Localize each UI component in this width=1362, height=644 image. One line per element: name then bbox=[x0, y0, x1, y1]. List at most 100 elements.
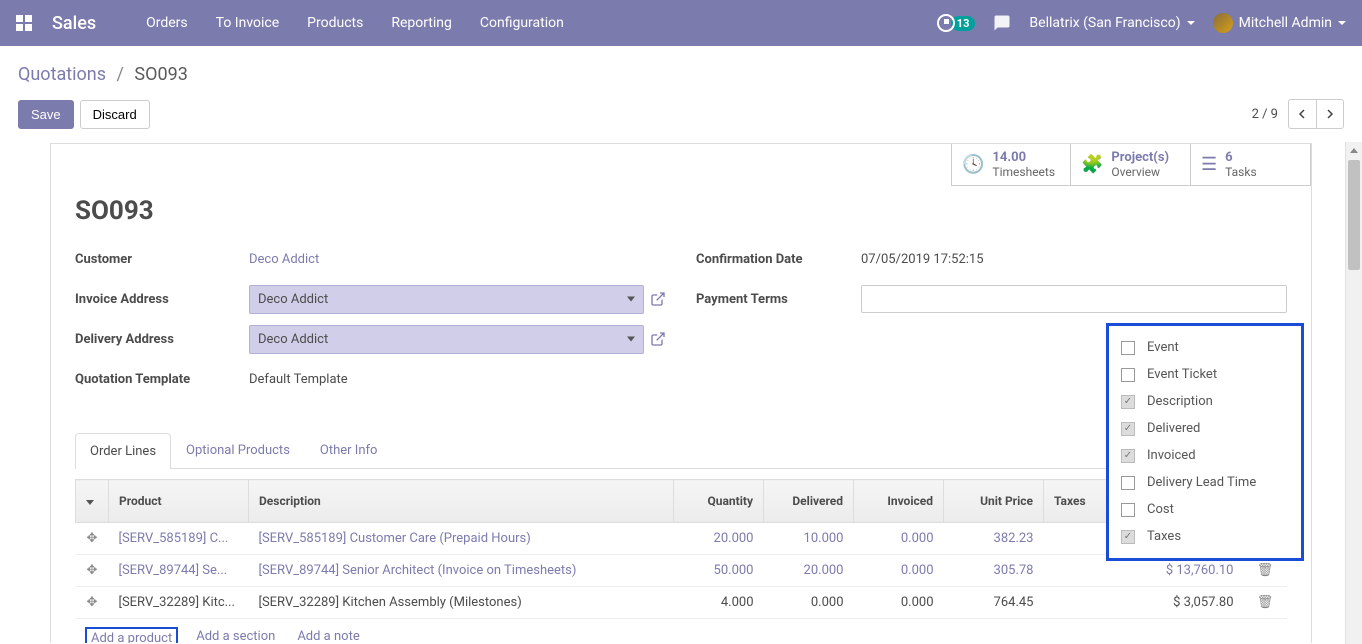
checkbox-checked-icon[interactable] bbox=[1121, 422, 1135, 436]
add-links: Add a product Add a section Add a note bbox=[75, 619, 1287, 644]
cell-unit-price[interactable]: 382.23 bbox=[944, 522, 1044, 554]
tab-other-info[interactable]: Other Info bbox=[305, 432, 393, 468]
th-description[interactable]: Description bbox=[249, 480, 674, 523]
checkbox-checked-icon[interactable] bbox=[1121, 449, 1135, 463]
external-link-icon[interactable] bbox=[650, 331, 666, 347]
discard-button[interactable]: Discard bbox=[80, 100, 150, 129]
dropdown-item[interactable]: Invoiced bbox=[1121, 442, 1289, 469]
checkbox-icon[interactable] bbox=[1121, 503, 1135, 517]
table-row[interactable]: ✥ [SERV_32289] Kitc...[SERV_32289] Kitche… bbox=[76, 586, 1287, 618]
dropdown-item[interactable]: Delivery Lead Time bbox=[1121, 469, 1289, 496]
chevron-left-icon bbox=[1298, 109, 1308, 119]
cell-invoiced[interactable]: 0.000 bbox=[854, 586, 944, 618]
cell-delivered[interactable]: 0.000 bbox=[764, 586, 854, 618]
dropdown-item[interactable]: Event bbox=[1121, 334, 1289, 361]
nav-configuration[interactable]: Configuration bbox=[480, 15, 564, 31]
cell-invoiced[interactable]: 0.000 bbox=[854, 554, 944, 586]
tab-order-lines[interactable]: Order Lines bbox=[75, 433, 171, 469]
brand-title[interactable]: Sales bbox=[52, 13, 96, 34]
chevron-down-icon[interactable] bbox=[86, 500, 94, 505]
label-customer: Customer bbox=[75, 252, 249, 267]
add-product-link[interactable]: Add a product bbox=[85, 627, 178, 644]
cell-description[interactable]: [SERV_585189] Customer Care (Prepaid Hou… bbox=[249, 522, 674, 554]
drag-handle-icon[interactable]: ✥ bbox=[87, 531, 98, 546]
cell-description[interactable]: [SERV_89744] Senior Architect (Invoice o… bbox=[249, 554, 674, 586]
cell-quantity[interactable]: 4.000 bbox=[674, 586, 764, 618]
nav-to-invoice[interactable]: To Invoice bbox=[216, 15, 280, 31]
drag-handle-icon[interactable]: ✥ bbox=[87, 563, 98, 578]
cell-taxes[interactable] bbox=[1044, 586, 1124, 618]
add-section-link[interactable]: Add a section bbox=[192, 627, 279, 644]
dropdown-item[interactable]: Description bbox=[1121, 388, 1289, 415]
breadcrumb: Quotations / SO093 bbox=[18, 64, 188, 85]
cell-unit-price[interactable]: 764.45 bbox=[944, 586, 1044, 618]
cell-product[interactable]: [SERV_32289] Kitc... bbox=[109, 586, 249, 618]
caret-down-icon bbox=[1338, 21, 1346, 25]
scrollbar-thumb[interactable] bbox=[1348, 160, 1360, 270]
cell-invoiced[interactable]: 0.000 bbox=[854, 522, 944, 554]
topbar: Sales Orders To Invoice Products Reporti… bbox=[0, 0, 1362, 46]
invoice-address-select[interactable]: Deco Addict bbox=[249, 285, 644, 314]
checkbox-checked-icon[interactable] bbox=[1121, 395, 1135, 409]
cell-product[interactable]: [SERV_585189] C... bbox=[109, 522, 249, 554]
table-row[interactable]: ✥ [SERV_89744] Se...[SERV_89744] Senior A… bbox=[76, 554, 1287, 586]
pager-prev-button[interactable] bbox=[1288, 99, 1316, 129]
cell-quantity[interactable]: 20.000 bbox=[674, 522, 764, 554]
dropdown-item[interactable]: Delivered bbox=[1121, 415, 1289, 442]
label-delivery-address: Delivery Address bbox=[75, 332, 249, 347]
dropdown-item[interactable]: Cost bbox=[1121, 496, 1289, 523]
checkbox-icon[interactable] bbox=[1121, 476, 1135, 490]
checkbox-icon[interactable] bbox=[1121, 368, 1135, 382]
nav-orders[interactable]: Orders bbox=[146, 15, 188, 31]
payment-terms-input[interactable] bbox=[861, 285, 1287, 313]
stat-tasks[interactable]: ☰ 6 Tasks bbox=[1191, 144, 1311, 186]
th-unit-price[interactable]: Unit Price bbox=[944, 480, 1044, 523]
cell-subtotal: $ 3,057.80 bbox=[1124, 586, 1244, 618]
checkbox-checked-icon[interactable] bbox=[1121, 530, 1135, 544]
user-name: Mitchell Admin bbox=[1239, 15, 1332, 31]
apps-icon[interactable] bbox=[16, 15, 32, 31]
dropdown-item[interactable]: Taxes bbox=[1121, 523, 1289, 550]
clock-icon: 🕓 bbox=[962, 154, 984, 175]
nav-products[interactable]: Products bbox=[307, 15, 363, 31]
external-link-icon[interactable] bbox=[650, 291, 666, 307]
clock-icon bbox=[937, 14, 955, 32]
tab-optional-products[interactable]: Optional Products bbox=[171, 432, 305, 468]
th-product[interactable]: Product bbox=[109, 480, 249, 523]
delete-row-button[interactable]: 🗑 bbox=[1244, 586, 1287, 618]
breadcrumb-root[interactable]: Quotations bbox=[18, 64, 106, 85]
label-quotation-template: Quotation Template bbox=[75, 372, 249, 387]
dropdown-label: Description bbox=[1147, 394, 1213, 409]
chat-icon[interactable] bbox=[993, 14, 1011, 32]
cell-description[interactable]: [SERV_32289] Kitchen Assembly (Milestone… bbox=[249, 586, 674, 618]
cell-product[interactable]: [SERV_89744] Se... bbox=[109, 554, 249, 586]
drag-handle-icon[interactable]: ✥ bbox=[87, 595, 98, 610]
nav-reporting[interactable]: Reporting bbox=[391, 15, 452, 31]
dropdown-item[interactable]: Event Ticket bbox=[1121, 361, 1289, 388]
actions-row: Save Discard 2 / 9 bbox=[0, 91, 1362, 143]
timer-badge[interactable]: 13 bbox=[937, 14, 976, 32]
cell-quantity[interactable]: 50.000 bbox=[674, 554, 764, 586]
company-select[interactable]: Bellatrix (San Francisco) bbox=[1029, 15, 1194, 31]
customer-value[interactable]: Deco Addict bbox=[249, 252, 319, 267]
th-delivered[interactable]: Delivered bbox=[764, 480, 854, 523]
vertical-scrollbar[interactable] bbox=[1345, 142, 1362, 644]
cell-unit-price[interactable]: 305.78 bbox=[944, 554, 1044, 586]
pager-next-button[interactable] bbox=[1316, 99, 1344, 129]
th-invoiced[interactable]: Invoiced bbox=[854, 480, 944, 523]
table-row[interactable]: ✥ [SERV_585189] C...[SERV_585189] Custome… bbox=[76, 522, 1287, 554]
cell-delivered[interactable]: 10.000 bbox=[764, 522, 854, 554]
stat-timesheets[interactable]: 🕓 14.00 Timesheets bbox=[951, 144, 1071, 186]
user-menu[interactable]: Mitchell Admin bbox=[1213, 13, 1346, 33]
stat-projects[interactable]: 🧩 Project(s) Overview bbox=[1071, 144, 1191, 186]
dropdown-label: Event Ticket bbox=[1147, 367, 1217, 382]
stat-buttons: 🕓 14.00 Timesheets 🧩 Project(s) Overview… bbox=[51, 144, 1311, 186]
delivery-address-select[interactable]: Deco Addict bbox=[249, 325, 644, 354]
dropdown-label: Cost bbox=[1147, 502, 1174, 517]
add-note-link[interactable]: Add a note bbox=[293, 627, 363, 644]
th-quantity[interactable]: Quantity bbox=[674, 480, 764, 523]
save-button[interactable]: Save bbox=[18, 100, 74, 129]
scroll-up-icon[interactable] bbox=[1346, 142, 1362, 159]
cell-delivered[interactable]: 20.000 bbox=[764, 554, 854, 586]
checkbox-icon[interactable] bbox=[1121, 341, 1135, 355]
